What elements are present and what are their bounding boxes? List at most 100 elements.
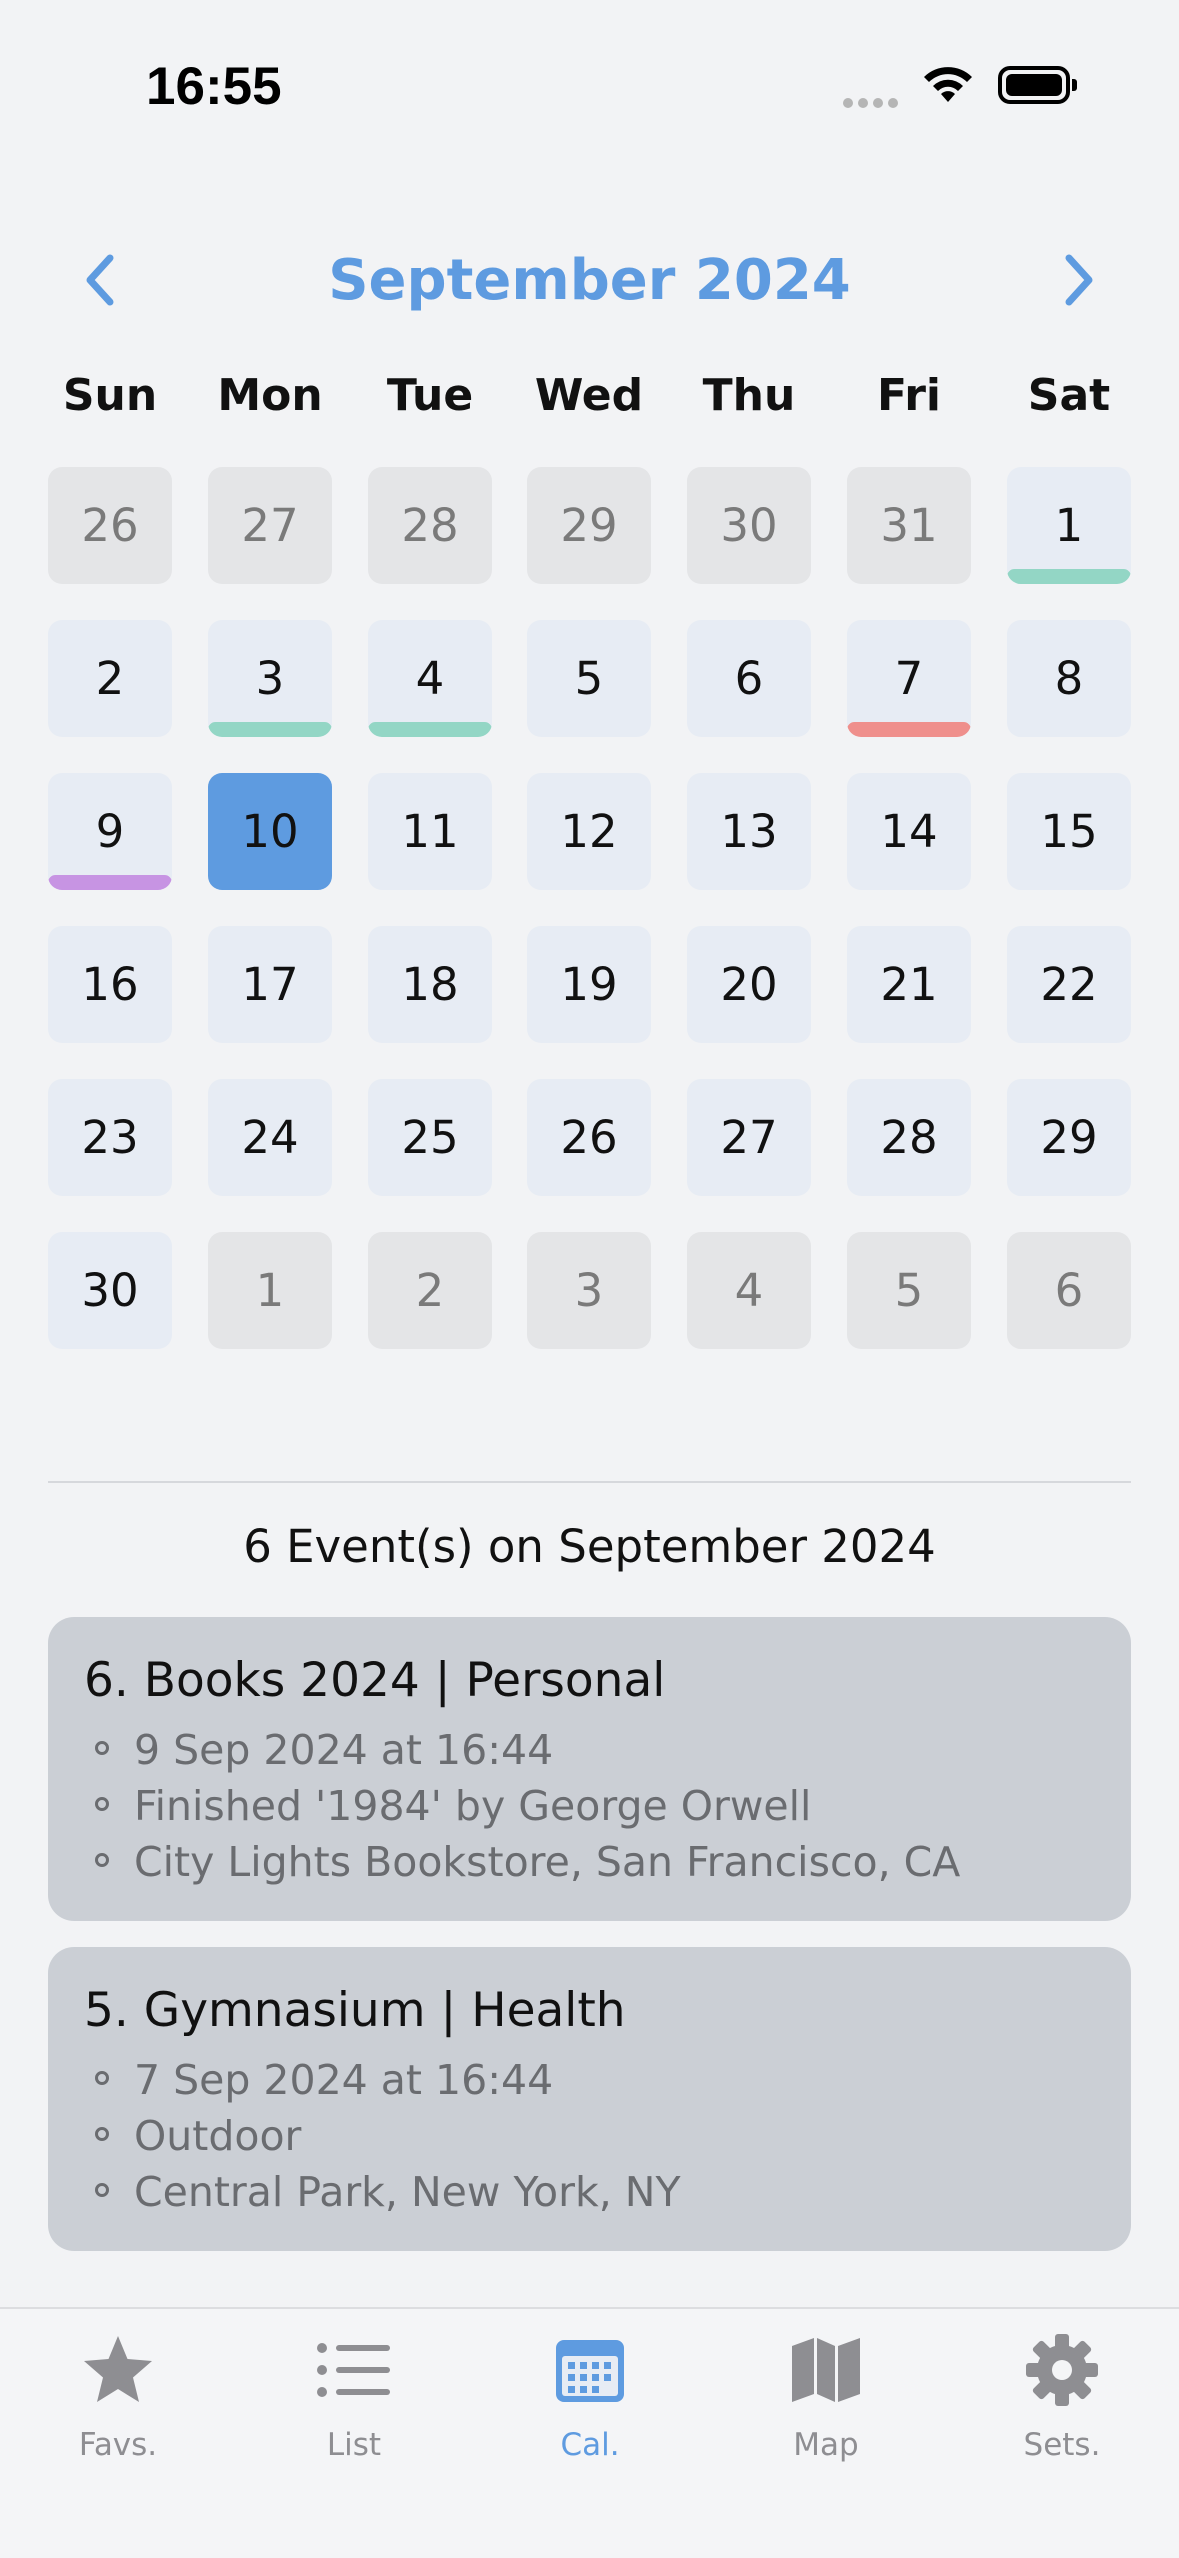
tab-map[interactable]: Map: [708, 2309, 944, 2509]
day-number: 29: [1040, 1111, 1098, 1164]
day-cell-outside[interactable]: 4: [687, 1232, 811, 1349]
day-number: 30: [81, 1264, 139, 1317]
day-number: 4: [415, 652, 445, 705]
day-cell-outside[interactable]: 1: [208, 1232, 332, 1349]
day-number: 10: [241, 805, 299, 858]
day-number: 26: [81, 499, 139, 552]
event-marker: [48, 875, 172, 890]
event-date-text: 7 Sep 2024 at 16:44: [134, 2056, 554, 2104]
day-cell[interactable]: 16: [48, 926, 172, 1043]
day-cell[interactable]: 20: [687, 926, 811, 1043]
day-cell[interactable]: 5: [527, 620, 651, 737]
day-cell[interactable]: 15: [1007, 773, 1131, 890]
day-number: 23: [81, 1111, 139, 1164]
event-marker: [1007, 569, 1131, 584]
event-location: City Lights Bookstore, San Francisco, CA: [84, 1834, 1095, 1890]
day-number: 19: [560, 958, 618, 1011]
day-cell-outside[interactable]: 29: [527, 467, 651, 584]
day-cell[interactable]: 26: [527, 1079, 651, 1196]
day-cell-outside[interactable]: 26: [48, 467, 172, 584]
event-date: 7 Sep 2024 at 16:44: [84, 2052, 1095, 2108]
day-cell[interactable]: 12: [527, 773, 651, 890]
day-cell[interactable]: 18: [368, 926, 492, 1043]
day-cell[interactable]: 22: [1007, 926, 1131, 1043]
day-cell[interactable]: 27: [687, 1079, 811, 1196]
day-number: 14: [880, 805, 938, 858]
event-title: 6. Books 2024 | Personal: [84, 1653, 666, 1708]
day-cell[interactable]: 29: [1007, 1079, 1131, 1196]
day-cell[interactable]: 24: [208, 1079, 332, 1196]
weekday-label: Wed: [534, 370, 644, 421]
map-icon: [792, 2338, 860, 2402]
day-cell-outside[interactable]: 5: [847, 1232, 971, 1349]
month-title: September 2024: [328, 248, 851, 313]
day-cell[interactable]: 3: [208, 620, 332, 737]
day-number: 2: [95, 652, 125, 705]
day-cell[interactable]: 8: [1007, 620, 1131, 737]
event-marker: [208, 722, 332, 737]
day-cell-outside[interactable]: 3: [527, 1232, 651, 1349]
tab-label: Favs.: [78, 2427, 158, 2463]
day-cell[interactable]: 17: [208, 926, 332, 1043]
day-cell[interactable]: 28: [847, 1079, 971, 1196]
day-number: 28: [880, 1111, 938, 1164]
tab-list[interactable]: List: [236, 2309, 472, 2509]
day-cell[interactable]: 4: [368, 620, 492, 737]
day-cell[interactable]: 30: [48, 1232, 172, 1349]
tab-bar: Favs. List Cal. Map Sets.: [0, 2307, 1179, 2558]
day-cell[interactable]: 9: [48, 773, 172, 890]
status-time: 16:55: [146, 57, 282, 116]
day-number: 7: [894, 652, 924, 705]
day-number: 29: [560, 499, 618, 552]
tab-label: Cal.: [560, 2427, 620, 2463]
day-cell[interactable]: 14: [847, 773, 971, 890]
day-number: 2: [415, 1264, 445, 1317]
tab-settings[interactable]: Sets.: [944, 2309, 1179, 2509]
day-cell[interactable]: 25: [368, 1079, 492, 1196]
day-cell-outside[interactable]: 27: [208, 467, 332, 584]
day-cell-outside[interactable]: 31: [847, 467, 971, 584]
day-cell[interactable]: 11: [368, 773, 492, 890]
tab-label: Sets.: [1023, 2427, 1101, 2463]
day-cell[interactable]: 2: [48, 620, 172, 737]
day-cell-outside[interactable]: 2: [368, 1232, 492, 1349]
day-cell-outside[interactable]: 30: [687, 467, 811, 584]
weekday-header: Sun Mon Tue Wed Thu Fri Sat: [48, 370, 1131, 430]
weekday-label: Fri: [876, 370, 942, 421]
day-cell[interactable]: 21: [847, 926, 971, 1043]
day-number: 27: [720, 1111, 778, 1164]
day-number: 1: [255, 1264, 285, 1317]
tab-calendar[interactable]: Cal.: [472, 2309, 708, 2509]
next-month-button[interactable]: [1044, 245, 1114, 315]
weekday-label: Tue: [386, 370, 474, 421]
day-cell[interactable]: 13: [687, 773, 811, 890]
day-number: 31: [880, 499, 938, 552]
bullet-icon: [95, 2127, 109, 2141]
day-number: 8: [1054, 652, 1084, 705]
event-description-text: Finished '1984' by George Orwell: [134, 1782, 812, 1830]
day-number: 12: [560, 805, 618, 858]
day-number: 22: [1040, 958, 1098, 1011]
star-icon: [84, 2336, 152, 2402]
tab-label: List: [326, 2427, 382, 2463]
event-card[interactable]: 6. Books 2024 | Personal 9 Sep 2024 at 1…: [48, 1617, 1131, 1921]
weekday-label: Mon: [217, 370, 323, 421]
list-icon: [317, 2343, 390, 2397]
day-cell[interactable]: 7: [847, 620, 971, 737]
day-number: 5: [894, 1264, 924, 1317]
event-card[interactable]: 5. Gymnasium | Health 7 Sep 2024 at 16:4…: [48, 1947, 1131, 2251]
event-location-text: Central Park, New York, NY: [134, 2168, 681, 2216]
bullet-icon: [95, 1797, 109, 1811]
day-cell-selected[interactable]: 10: [208, 773, 332, 890]
day-number: 16: [81, 958, 139, 1011]
day-cell-outside[interactable]: 28: [368, 467, 492, 584]
day-cell[interactable]: 19: [527, 926, 651, 1043]
tab-favorites[interactable]: Favs.: [0, 2309, 236, 2509]
day-number: 20: [720, 958, 778, 1011]
day-cell[interactable]: 6: [687, 620, 811, 737]
calendar-grid: 26 27 28 29 30 31 1 2 3 4 5 6 7 8 9 10 11 12 13 14 15 16 17 18 1…: [48, 467, 1131, 1352]
day-cell[interactable]: 1: [1007, 467, 1131, 584]
day-cell-outside[interactable]: 6: [1007, 1232, 1131, 1349]
bullet-icon: [95, 1741, 109, 1755]
day-cell[interactable]: 23: [48, 1079, 172, 1196]
